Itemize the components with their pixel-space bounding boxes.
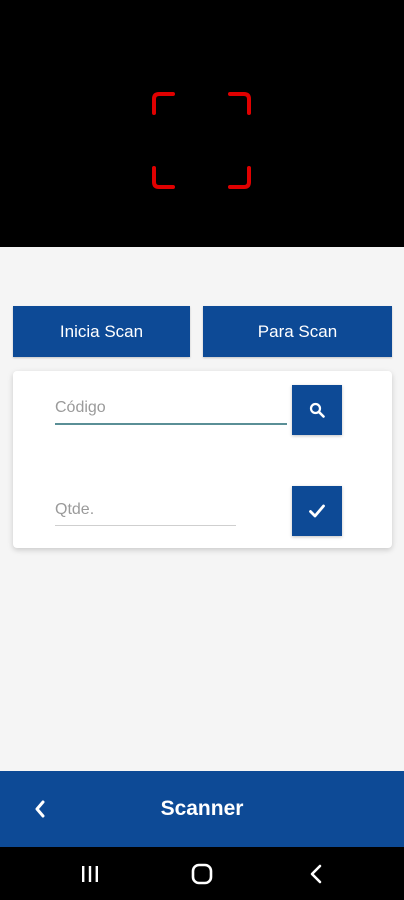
page-title: Scanner [160,797,244,820]
camera-preview [0,0,404,247]
scan-controls: Inicia Scan Para Scan [13,306,392,357]
scanner-screen: Inicia Scan Para Scan Scanner [0,0,404,900]
scan-frame-icon [152,92,251,189]
recents-icon [82,866,98,882]
entry-card [13,371,392,548]
search-button[interactable] [292,385,342,435]
nav-back-button[interactable] [296,856,336,892]
start-scan-button[interactable]: Inicia Scan [13,306,190,357]
stop-scan-button[interactable]: Para Scan [203,306,392,357]
confirm-button[interactable] [292,486,342,536]
nav-recents-button[interactable] [70,856,110,892]
home-icon [191,863,213,885]
code-input[interactable] [55,399,287,425]
system-nav-bar [0,847,404,900]
quantity-input[interactable] [55,501,236,526]
search-icon [309,402,325,418]
bottom-app-bar: Scanner [0,771,404,847]
nav-home-button[interactable] [182,856,222,892]
back-icon [310,864,322,884]
check-icon [309,504,325,518]
